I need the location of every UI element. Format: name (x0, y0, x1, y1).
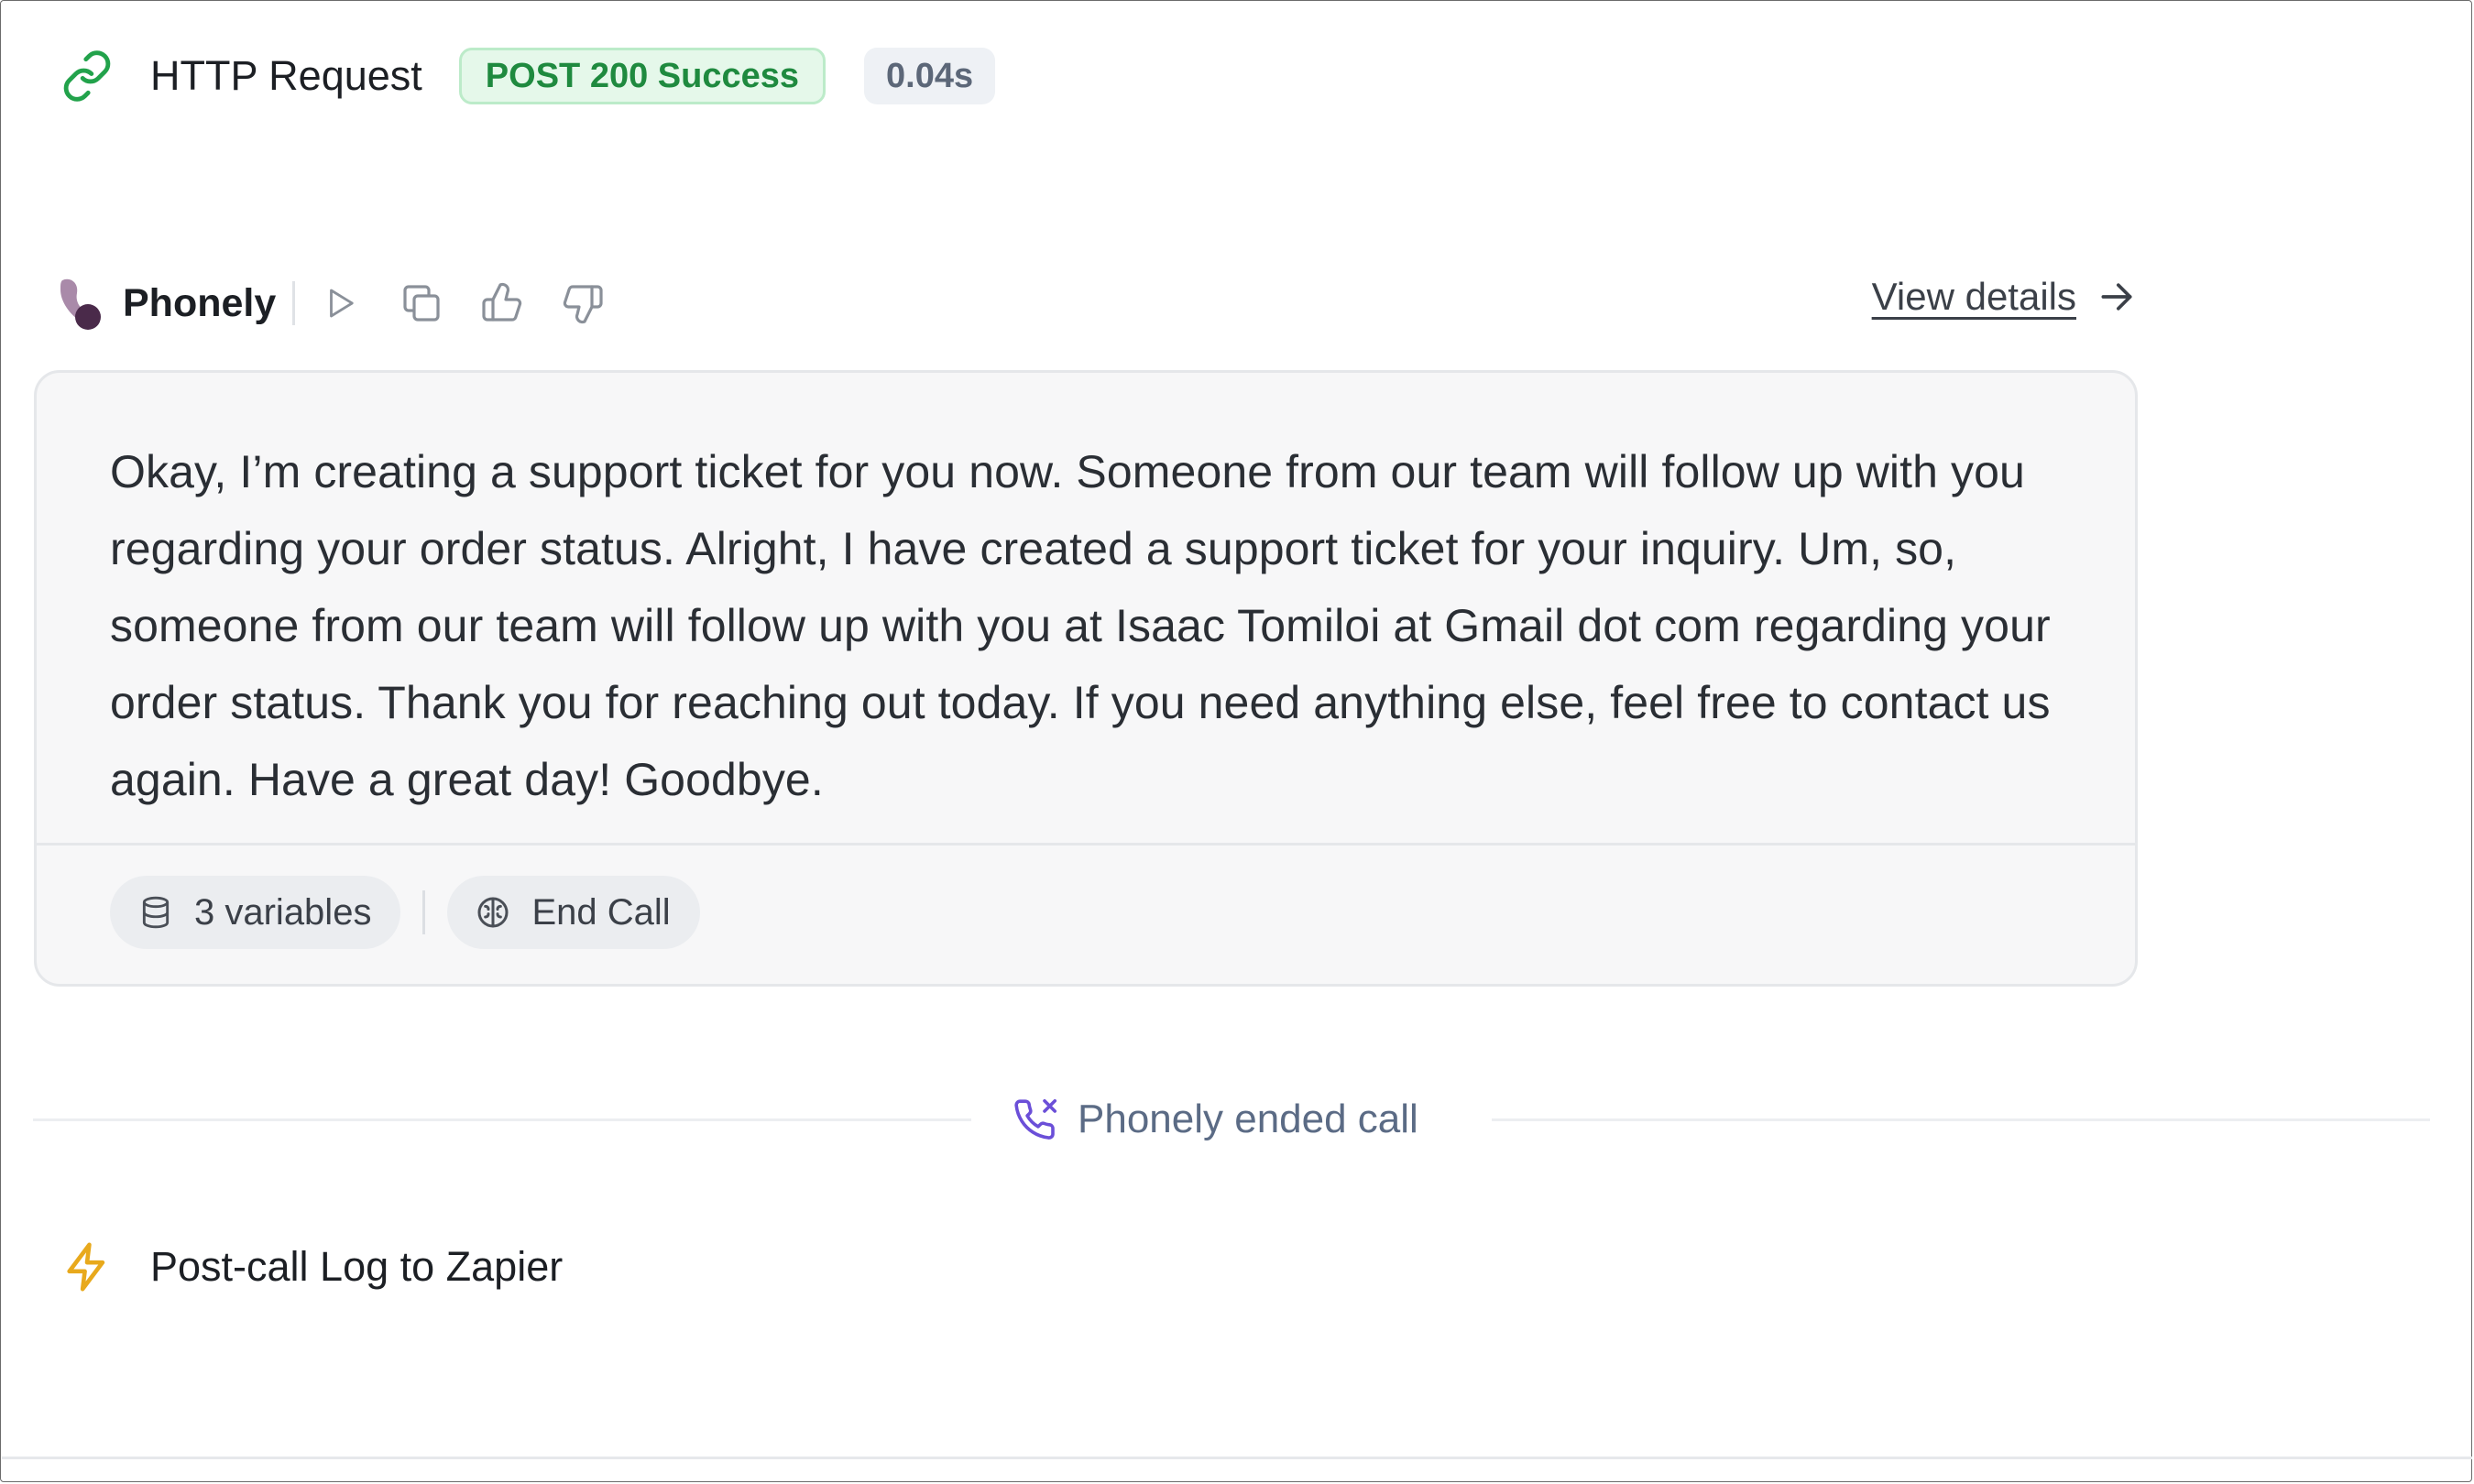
post-call-step[interactable]: Post-call Log to Zapier (60, 1235, 563, 1299)
end-call-chip[interactable]: End Call (447, 876, 700, 949)
copy-icon[interactable] (396, 278, 447, 329)
message-chips: 3 variables End Call (110, 875, 700, 950)
card-divider (37, 843, 2135, 846)
status-badge: POST 200 Success (458, 48, 826, 104)
thumbs-down-icon[interactable] (557, 278, 608, 329)
call-ended-divider: Phonely ended call (33, 1090, 2430, 1149)
http-request-title: HTTP Request (150, 52, 422, 99)
phonely-logo-icon (57, 275, 104, 332)
thumbs-up-icon[interactable] (476, 278, 528, 329)
database-icon (137, 894, 174, 931)
header-divider (292, 281, 296, 325)
end-call-chip-label: End Call (531, 891, 671, 933)
message-header: Phonely View details (57, 271, 2137, 335)
duration-badge: 0.04s (864, 48, 996, 104)
http-request-step[interactable]: HTTP Request POST 200 Success 0.04s (60, 44, 996, 108)
message-text: Okay, I’m creating a support ticket for … (110, 446, 2051, 805)
variables-chip[interactable]: 3 variables (110, 876, 401, 949)
message-card: Okay, I’m creating a support ticket for … (34, 370, 2138, 987)
variables-chip-label: 3 variables (194, 891, 372, 933)
view-details-link[interactable]: View details (1872, 275, 2137, 319)
chip-divider (422, 890, 426, 934)
view-details-label: View details (1871, 275, 2076, 318)
brain-icon (475, 894, 511, 931)
phone-off-icon (1012, 1095, 1061, 1144)
arrow-right-icon (2096, 277, 2137, 317)
divider-line-left (33, 1118, 971, 1121)
divider-line-right (1492, 1118, 2430, 1121)
call-ended-label: Phonely ended call (1078, 1097, 1418, 1141)
call-ended-marker: Phonely ended call (1012, 1090, 1418, 1149)
lightning-icon (60, 1238, 114, 1295)
link-icon (60, 49, 114, 103)
agent-name: Phonely (123, 280, 277, 325)
post-call-title: Post-call Log to Zapier (150, 1243, 564, 1290)
bottom-divider (2, 1457, 2472, 1459)
play-icon[interactable] (315, 278, 367, 329)
